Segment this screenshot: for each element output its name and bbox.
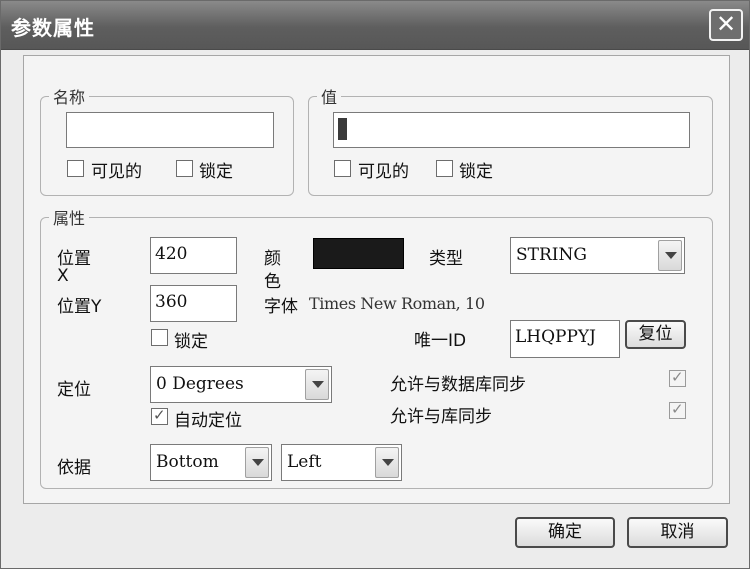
text-cursor: [338, 118, 347, 140]
sync-database-checkbox[interactable]: [669, 368, 686, 387]
chevron-down-icon[interactable]: [375, 447, 399, 478]
color-label-line1: 颜: [264, 249, 281, 269]
reset-button[interactable]: 复位: [625, 320, 686, 349]
name-lock-label: 锁定: [199, 162, 233, 182]
value-group-legend: 值: [321, 88, 338, 107]
justification-vertical-select[interactable]: Bottom: [150, 444, 272, 481]
font-label: 字体: [264, 297, 298, 317]
close-icon: ✕: [715, 10, 737, 38]
position-y-input[interactable]: 360: [150, 285, 237, 322]
name-lock-checkbox[interactable]: [176, 160, 193, 177]
ok-button[interactable]: 确定: [515, 517, 615, 548]
name-visible-checkbox[interactable]: [67, 160, 84, 177]
position-y-label: 位置Y: [57, 297, 102, 317]
justification-horizontal-value: Left: [287, 452, 322, 472]
properties-dialog: 参数属性 ✕ 名称 可见的 锁定 值 可见的 锁定 属性 位置 X 420 位置…: [0, 0, 750, 569]
value-visible-label: 可见的: [358, 162, 409, 182]
title-bar: 参数属性 ✕: [1, 1, 749, 50]
chevron-down-icon[interactable]: [658, 240, 682, 271]
value-visible-checkbox[interactable]: [334, 160, 351, 177]
auto-orient-label: 自动定位: [174, 411, 242, 431]
cancel-button[interactable]: 取消: [627, 517, 728, 548]
sync-database-label: 允许与数据库同步: [390, 375, 526, 395]
type-label: 类型: [429, 249, 463, 269]
value-lock-label: 锁定: [459, 162, 493, 182]
position-x-label-line2: X: [57, 266, 69, 286]
unique-id-label: 唯一ID: [414, 331, 467, 351]
orientation-select[interactable]: 0 Degrees: [150, 366, 332, 403]
sync-library-checkbox[interactable]: [669, 400, 686, 419]
position-lock-label: 锁定: [174, 332, 208, 352]
type-select[interactable]: STRING: [510, 237, 685, 274]
properties-group-legend: 属性: [53, 209, 86, 228]
auto-orient-checkbox[interactable]: [151, 406, 168, 425]
close-button[interactable]: ✕: [709, 9, 743, 41]
color-swatch[interactable]: [313, 238, 404, 269]
justification-label: 依据: [57, 458, 91, 478]
name-input[interactable]: [66, 112, 274, 148]
name-group-legend: 名称: [53, 88, 86, 107]
value-input[interactable]: [333, 112, 690, 148]
dialog-content: 名称 可见的 锁定 值 可见的 锁定 属性 位置 X 420 位置Y 360 锁…: [23, 55, 730, 504]
position-x-input[interactable]: 420: [150, 237, 237, 274]
type-select-value: STRING: [516, 245, 587, 265]
chevron-down-icon[interactable]: [245, 447, 269, 478]
orientation-select-value: 0 Degrees: [156, 374, 244, 394]
sync-library-label: 允许与库同步: [390, 407, 492, 427]
justification-horizontal-select[interactable]: Left: [281, 444, 402, 481]
value-lock-checkbox[interactable]: [436, 160, 453, 177]
orientation-label: 定位: [57, 380, 91, 400]
font-value[interactable]: Times New Roman, 10: [309, 294, 485, 313]
unique-id-input[interactable]: LHQPPYJ: [510, 320, 620, 358]
name-visible-label: 可见的: [91, 162, 142, 182]
justification-vertical-value: Bottom: [156, 452, 219, 472]
chevron-down-icon[interactable]: [305, 369, 329, 400]
position-lock-checkbox[interactable]: [151, 329, 168, 346]
dialog-title: 参数属性: [11, 16, 95, 40]
color-label-line2: 色: [264, 272, 281, 292]
